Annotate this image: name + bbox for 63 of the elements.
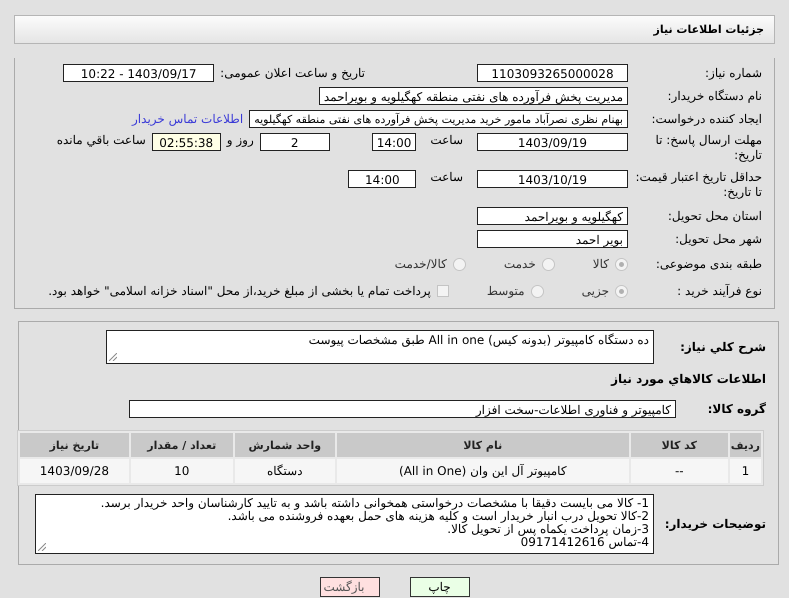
field-label: مهلت ارسال پاسخ: تا تاریخ: — [654, 133, 763, 163]
radio-button[interactable] — [452, 258, 466, 270]
province-field: کهگیلویه و بویراحمد — [477, 207, 628, 225]
field-label: ایجاد کننده درخواست: — [650, 112, 763, 126]
table-cell: -- — [630, 459, 728, 483]
radio-button[interactable] — [615, 284, 628, 298]
buyer-notes-field: 1- کالا می بایست دقیقا با مشخصات درخواستی همخوانی داشته باشد و به تایید کارشناسان واحد خریدار برسد. 2-کالا تحویل درب انبار خریدار است و کلیه هزینه های حمل بعهده فروشنده می باشد. 3-زمان پرداخت یکماه پس از تحویل کالا. 4-تماس 09171412616 — [35, 494, 654, 554]
checkbox[interactable] — [436, 285, 449, 297]
radio-button[interactable] — [615, 258, 628, 270]
option-label: متوسط — [486, 284, 525, 298]
need-number-field: 1103093265000028 — [477, 64, 628, 82]
field-label: استان محل تحویل: — [666, 209, 763, 223]
field-label: طبقه بندی موضوعی: — [654, 257, 763, 271]
buyer-field: مدیریت پخش فرآورده های نفتی منطقه کهگیلویه و بویراحمد — [318, 87, 628, 105]
field-label: ساعت — [430, 170, 463, 184]
column-header: ردیف — [730, 433, 761, 457]
column-header: تعداد / مقدار — [130, 433, 233, 457]
radio-button[interactable] — [542, 258, 555, 270]
resize-grip-icon[interactable] — [109, 353, 117, 361]
table-cell: دستگاه — [234, 459, 335, 483]
deadline-date-field: 1403/09/19 — [477, 133, 628, 151]
field-label: نام دستگاه خریدار: — [666, 89, 763, 103]
option-label: کالا/خدمت — [394, 257, 447, 271]
requester-field: بهنام نظری نصرآباد مامور خرید مدیریت پخش فرآورده های نفتی منطقه کهگیلویه — [249, 110, 628, 128]
field-label: توضیحات خریدار: — [664, 517, 767, 531]
field-label: شماره نیاز: — [704, 66, 763, 80]
column-header: نام کالا — [336, 433, 629, 457]
table-cell: 1 — [730, 459, 761, 483]
announce-date-field: 1403/09/17 - 10:22 — [63, 64, 214, 82]
checkbox-label: پرداخت تمام یا بخشی از مبلغ خرید،از محل "اسناد خزانه اسلامی" خواهد بود. — [48, 284, 431, 298]
field-label: روز و — [226, 133, 254, 147]
page-title: جزئیات اطلاعات نیاز — [654, 23, 764, 36]
field-label: شهر محل تحویل: — [674, 232, 763, 246]
column-header: تاریخ نیاز — [20, 433, 129, 457]
field-label: ساعت — [430, 133, 463, 147]
table-cell: 1403/09/28 — [20, 459, 129, 483]
column-header: واحد شمارش — [234, 433, 335, 457]
resize-grip-icon[interactable] — [38, 543, 46, 551]
validity-date-field: 1403/10/19 — [477, 170, 628, 188]
column-header: کد کالا — [630, 433, 728, 457]
section-title: اطلاعات کالاهاي مورد نياز — [611, 372, 767, 386]
description-field: ده دستگاه کامپیوتر (بدونه کیس) All in one طبق مشخصات پیوست — [106, 330, 654, 364]
field-label: تاریخ و ساعت اعلان عمومی: — [220, 66, 365, 80]
city-field: بویر احمد — [477, 230, 628, 248]
option-label: خدمت — [504, 257, 536, 271]
option-label: جزیی — [582, 284, 609, 298]
field-label: ساعت باقي مانده — [56, 133, 146, 147]
field-label: نوع فرآیند خرید : — [676, 284, 763, 298]
table-cell: 10 — [130, 459, 233, 483]
goods-group-field: کامپیوتر و فناوری اطلاعات-سخت افزار — [129, 400, 676, 418]
field-label: گروه کالا: — [706, 402, 767, 416]
table-cell: کامپیوتر آل این وان (All in One) — [336, 459, 629, 483]
validity-time-field: 14:00 — [348, 170, 416, 188]
option-label: کالا — [592, 257, 609, 271]
back-button[interactable]: بازگشت — [320, 577, 380, 597]
deadline-time-field: 14:00 — [372, 133, 416, 151]
buyer-contact-link[interactable]: اطلاعات تماس خریدار — [132, 112, 244, 126]
print-button[interactable]: چاپ — [410, 577, 470, 597]
field-label: حداقل تاریخ اعتبار قیمت: تا تاریخ: — [634, 170, 763, 200]
days-field: 2 — [260, 133, 330, 151]
radio-button[interactable] — [530, 284, 544, 298]
remaining-time-field: 02:55:38 — [152, 133, 221, 151]
field-label: شرح کلي نياز: — [679, 340, 767, 354]
